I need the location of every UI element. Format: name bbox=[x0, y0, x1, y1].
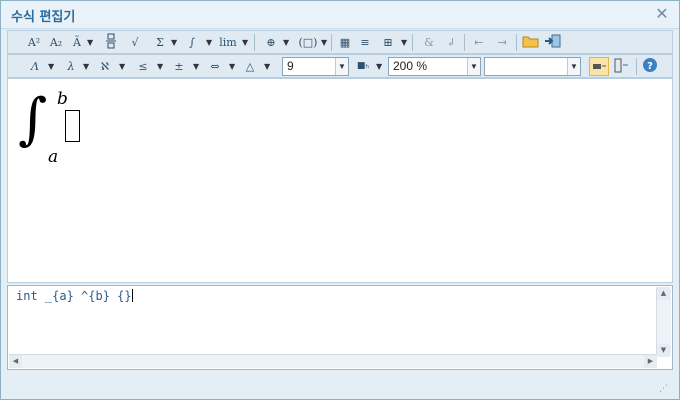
integral-symbol: ∫ bbox=[18, 87, 48, 152]
toolbar-separator bbox=[516, 34, 517, 51]
window-title: 수식 편집기 bbox=[11, 10, 76, 25]
integral-upper-limit: b bbox=[57, 89, 68, 109]
accent-button[interactable]: Ã bbox=[70, 33, 84, 52]
chevron-down-icon[interactable]: ▼ bbox=[242, 33, 248, 52]
format-toolbar: A² A₂ Ã ▼ √ Σ ▼ ∫ ▼ lim ▼ ⊕ ▼ (□) ▼ ▦ ≡ … bbox=[7, 30, 673, 54]
matrix-layout-button[interactable]: ⊕ bbox=[262, 33, 280, 52]
next-button[interactable]: ⇥ bbox=[494, 33, 510, 52]
chevron-down-icon[interactable]: ▼ bbox=[87, 33, 93, 52]
chevron-down-icon[interactable]: ▼ bbox=[283, 33, 289, 52]
superscript-button[interactable]: A² bbox=[26, 33, 42, 52]
arrow-button[interactable]: ⇔ bbox=[206, 57, 224, 76]
font-select[interactable]: ▼ bbox=[484, 57, 581, 76]
open-folder-button[interactable] bbox=[522, 33, 540, 52]
horizontal-scrollbar[interactable]: ◀ ▶ bbox=[9, 354, 657, 368]
chevron-down-icon[interactable]: ▼ bbox=[229, 57, 235, 76]
font-size-value: 9 bbox=[287, 59, 294, 73]
chevron-down-icon[interactable]: ▼ bbox=[376, 57, 382, 76]
chevron-down-icon[interactable]: ▼ bbox=[171, 33, 177, 52]
inline-mode-icon bbox=[593, 64, 606, 69]
title-bar: 수식 편집기 ✕ bbox=[1, 1, 679, 29]
chevron-down-icon[interactable]: ▼ bbox=[48, 57, 54, 76]
toolbar-separator bbox=[636, 58, 637, 75]
view-mode-button[interactable] bbox=[589, 57, 609, 76]
resize-grip-icon[interactable]: ⋰ bbox=[659, 384, 669, 394]
fraction-button[interactable] bbox=[104, 33, 118, 52]
greek-upper-button[interactable]: Λ bbox=[28, 57, 42, 76]
vertical-scrollbar[interactable]: ▲ ▼ bbox=[656, 287, 671, 357]
zoom-select[interactable]: 200 % ▼ bbox=[388, 57, 481, 76]
grid-button[interactable]: ▦ bbox=[338, 33, 352, 52]
scroll-right-icon[interactable]: ▶ bbox=[644, 355, 657, 368]
scroll-left-icon[interactable]: ◀ bbox=[9, 355, 22, 368]
toolbar-separator bbox=[331, 34, 332, 51]
bracket-button[interactable]: (□) bbox=[298, 33, 318, 52]
root-button[interactable]: √ bbox=[124, 33, 146, 52]
hebrew-button[interactable]: ℵ bbox=[98, 57, 112, 76]
chevron-down-icon[interactable]: ▼ bbox=[467, 58, 480, 75]
integral-lower-limit: a bbox=[48, 147, 59, 167]
operator-button[interactable]: ± bbox=[172, 57, 186, 76]
toolbar-separator bbox=[254, 34, 255, 51]
symbol-toolbar: Λ ▼ λ ▼ ℵ ▼ ≤ ▼ ± ▼ ⇔ ▼ △ ▼ 9 ▼ ■ₕ ▼ 200… bbox=[7, 54, 673, 78]
help-icon: ? bbox=[643, 58, 657, 72]
status-bar: ⋰ bbox=[7, 372, 673, 396]
chevron-down-icon[interactable]: ▼ bbox=[193, 57, 199, 76]
chevron-down-icon[interactable]: ▼ bbox=[206, 33, 212, 52]
formula-source-text[interactable]: int _{a} ^{b} {} bbox=[16, 289, 133, 303]
font-size-select[interactable]: 9 ▼ bbox=[282, 57, 349, 76]
folder-icon bbox=[522, 36, 539, 48]
insert-button[interactable] bbox=[544, 33, 562, 52]
misc-symbol-button[interactable]: △ bbox=[243, 57, 257, 76]
formula-preview[interactable]: ∫ b a bbox=[7, 78, 673, 283]
chevron-down-icon[interactable]: ▼ bbox=[83, 57, 89, 76]
table-button[interactable]: ⊞ bbox=[380, 33, 396, 52]
newline-button[interactable]: ↲ bbox=[444, 33, 458, 52]
subscript-button[interactable]: A₂ bbox=[48, 33, 64, 52]
greek-lower-button[interactable]: λ bbox=[64, 57, 78, 76]
scroll-down-icon[interactable]: ▼ bbox=[657, 344, 670, 357]
close-icon[interactable]: ✕ bbox=[653, 5, 671, 23]
block-mode-button[interactable] bbox=[612, 57, 630, 76]
ampersand-button[interactable]: & bbox=[422, 33, 436, 52]
list-button[interactable]: ≡ bbox=[358, 33, 372, 52]
chevron-down-icon[interactable]: ▼ bbox=[264, 57, 270, 76]
chevron-down-icon[interactable]: ▼ bbox=[567, 58, 580, 75]
text-caret bbox=[131, 289, 133, 302]
block-mode-icon bbox=[614, 58, 628, 73]
svg-text:?: ? bbox=[647, 61, 653, 72]
chevron-down-icon[interactable]: ▼ bbox=[335, 58, 348, 75]
help-button[interactable]: ? bbox=[642, 57, 658, 76]
sum-button[interactable]: Σ bbox=[152, 33, 168, 52]
scroll-up-icon[interactable]: ▲ bbox=[657, 287, 670, 300]
fraction-icon bbox=[106, 33, 116, 49]
chevron-down-icon[interactable]: ▼ bbox=[401, 33, 407, 52]
prev-button[interactable]: ⇤ bbox=[471, 33, 487, 52]
integral-button[interactable]: ∫ bbox=[182, 33, 202, 52]
toolbar-separator bbox=[412, 34, 413, 51]
text-color-button[interactable]: ■ₕ bbox=[354, 57, 372, 76]
zoom-value: 200 % bbox=[393, 59, 428, 73]
insert-icon bbox=[545, 34, 561, 48]
chevron-down-icon[interactable]: ▼ bbox=[119, 57, 125, 76]
toolbar-separator bbox=[464, 34, 465, 51]
formula-source-editor[interactable]: int _{a} ^{b} {} ▲ ▼ ◀ ▶ bbox=[7, 285, 673, 370]
chevron-down-icon[interactable]: ▼ bbox=[321, 33, 327, 52]
limit-button[interactable]: lim bbox=[218, 33, 238, 52]
relation-button[interactable]: ≤ bbox=[136, 57, 150, 76]
equation-editor-window: 수식 편집기 ✕ A² A₂ Ã ▼ √ Σ ▼ ∫ ▼ lim ▼ ⊕ ▼ (… bbox=[0, 0, 680, 400]
chevron-down-icon[interactable]: ▼ bbox=[157, 57, 163, 76]
empty-placeholder-box[interactable] bbox=[65, 110, 80, 142]
